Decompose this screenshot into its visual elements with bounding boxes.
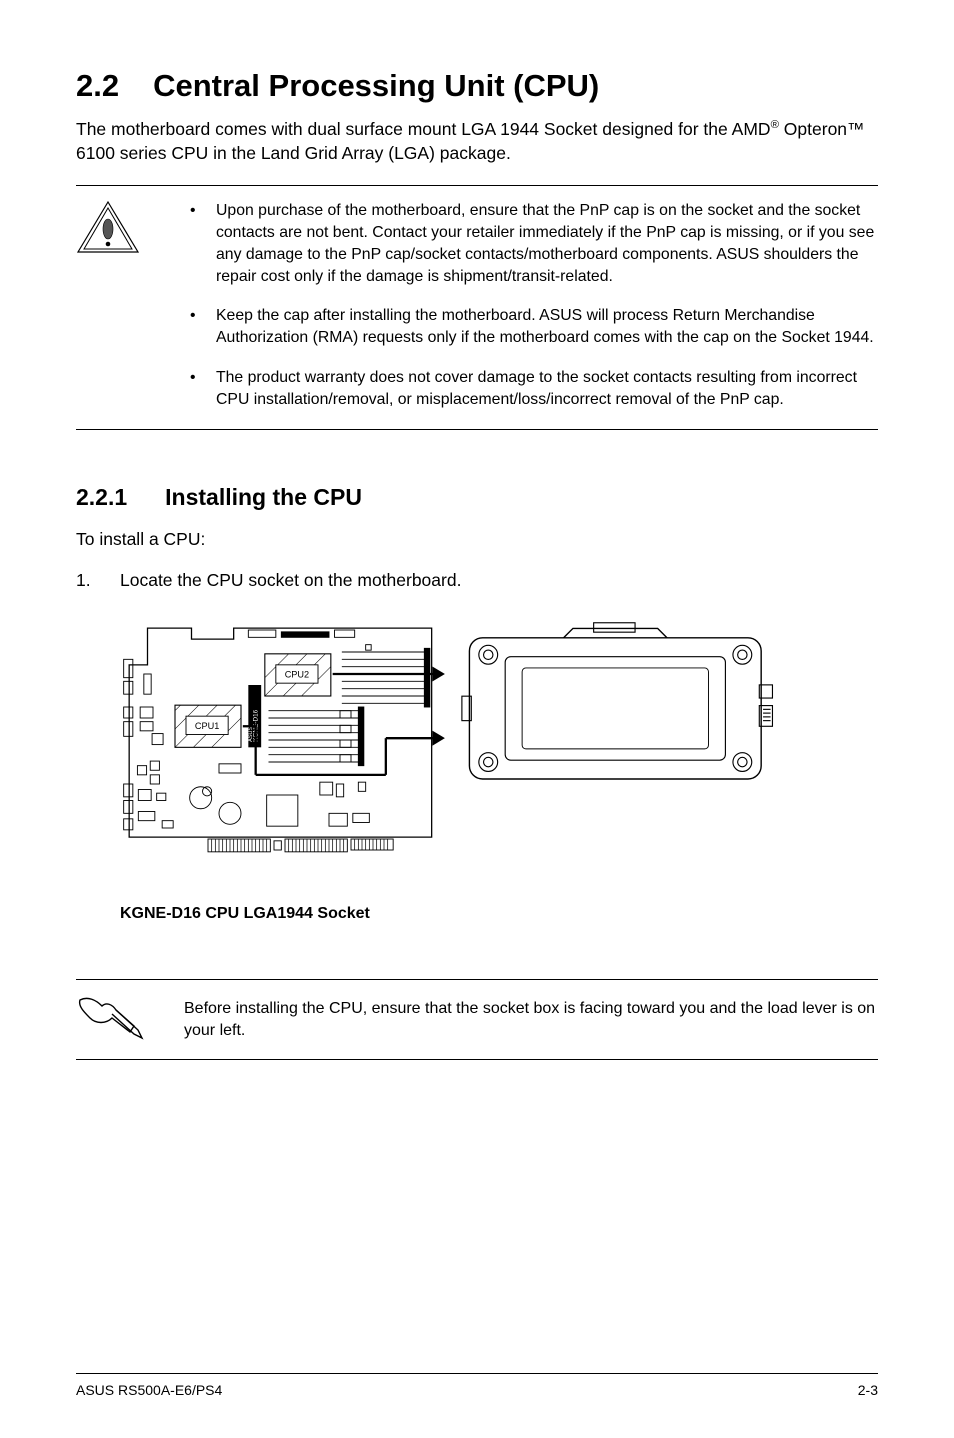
step-number: 1. [76,570,91,591]
cpu2-label: CPU2 [285,669,309,679]
registered-mark: ® [771,119,779,131]
warning-text-column: Upon purchase of the motherboard, ensure… [184,200,878,410]
warning-item: Upon purchase of the motherboard, ensure… [184,200,878,287]
tip-text: Before installing the CPU, ensure that t… [184,994,878,1045]
tip-icon-column [76,994,184,1045]
footer-right: 2-3 [858,1382,878,1398]
footer-left: ASUS RS500A-E6/PS4 [76,1382,222,1398]
warning-icon-column [76,200,184,410]
cpu1-label: CPU1 [195,721,219,731]
subsection-title: Installing the CPU [165,484,362,510]
page-footer: ASUS RS500A-E6/PS4 2-3 [76,1373,878,1398]
warning-item: The product warranty does not cover dama… [184,367,878,411]
intro-paragraph: The motherboard comes with dual surface … [76,118,878,165]
section-title: Central Processing Unit (CPU) [153,68,599,103]
subsection-number: 2.2.1 [76,484,127,511]
warning-list: Upon purchase of the motherboard, ensure… [184,200,878,410]
subsection-intro: To install a CPU: [76,529,878,550]
hand-pen-icon [76,994,146,1040]
step-text: Locate the CPU socket on the motherboard… [120,570,461,590]
motherboard-diagram: CPU1 CPU2 KGNE-D16 ASUS [120,619,450,894]
cpu-socket-diagram [460,619,780,798]
warning-icon [76,200,140,256]
board-brand-side-label: ASUS [248,726,254,741]
section-heading: 2.2 Central Processing Unit (CPU) [76,68,878,104]
warning-note: Upon purchase of the motherboard, ensure… [76,185,878,429]
section-number: 2.2 [76,68,119,104]
step-1: 1. Locate the CPU socket on the motherbo… [76,570,878,591]
figure-caption: KGNE-D16 CPU LGA1944 Socket [120,905,450,923]
tip-note: Before installing the CPU, ensure that t… [76,979,878,1060]
figure-row: CPU1 CPU2 KGNE-D16 ASUS [120,619,878,923]
warning-item: Keep the cap after installing the mother… [184,305,878,349]
board-figure: CPU1 CPU2 KGNE-D16 ASUS [120,619,450,923]
subsection-heading: 2.2.1 Installing the CPU [76,484,878,511]
intro-text-before: The motherboard comes with dual surface … [76,119,771,139]
